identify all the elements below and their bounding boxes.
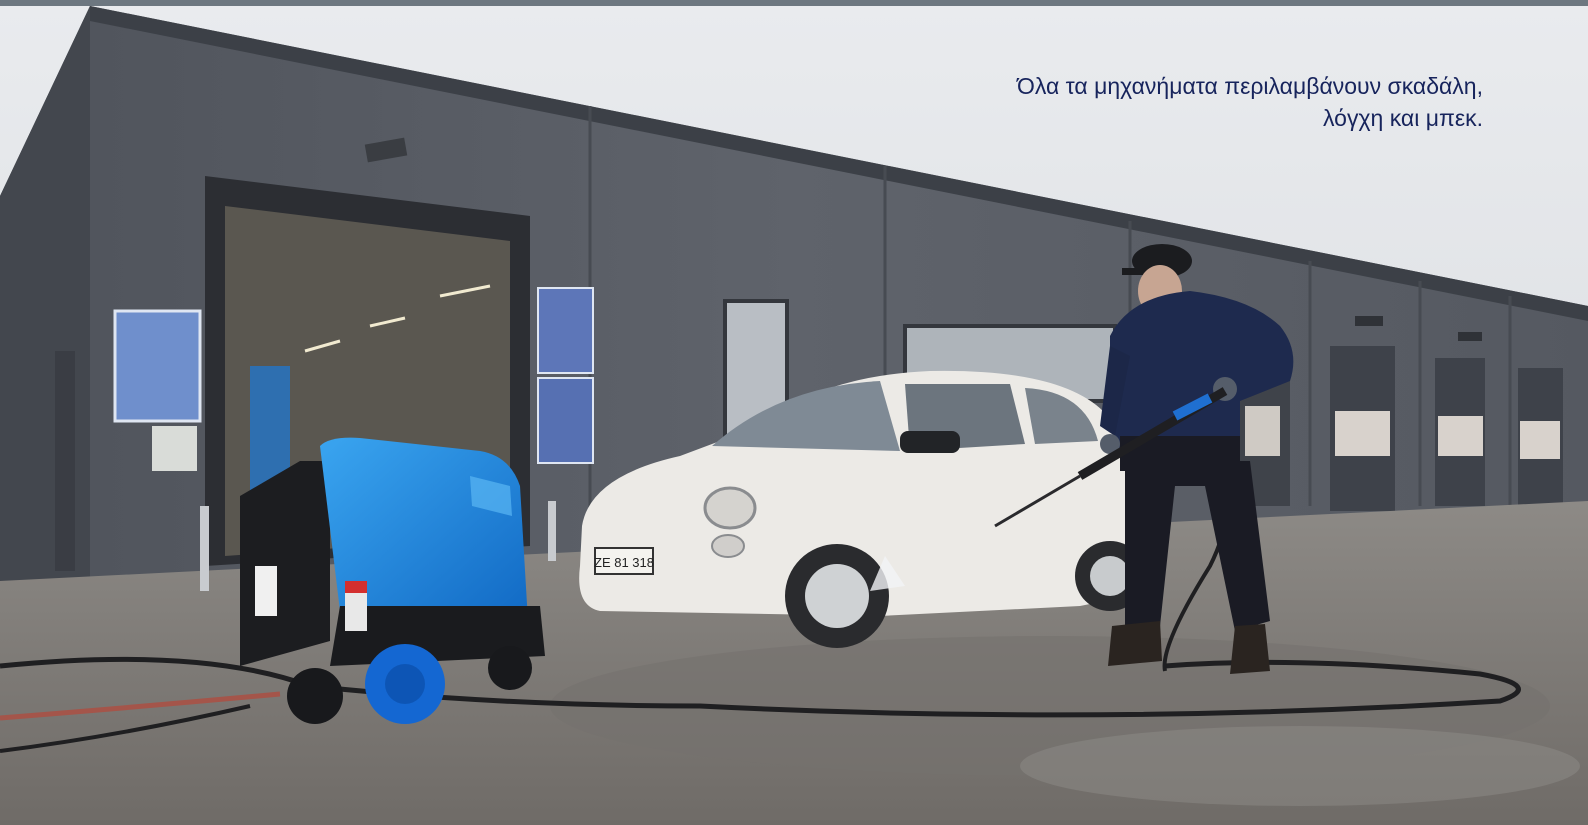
caption-line-2: λόγχη και μπεκ. [1323, 105, 1483, 131]
caption-text: Όλα τα μηχανήματα περιλαμβάνουν σκαδάλη,… [783, 70, 1483, 134]
license-plate: ZE 81 318 [594, 555, 654, 570]
caption-line-1: Όλα τα μηχανήματα περιλαμβάνουν σκαδάλη, [1017, 73, 1483, 99]
